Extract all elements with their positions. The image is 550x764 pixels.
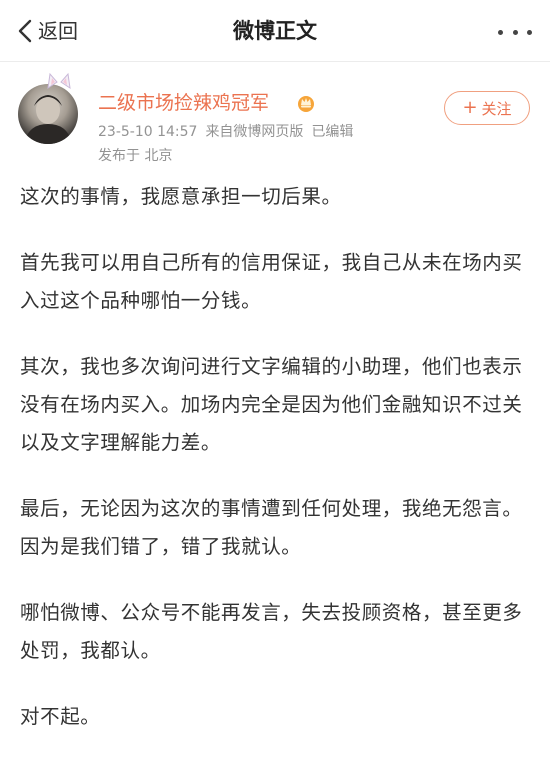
post-location: 发布于 北京 (98, 148, 173, 164)
more-horizontal-icon (498, 29, 503, 35)
post-source: 来自微博网页版 (205, 124, 304, 140)
crown-badge-icon (298, 96, 314, 112)
post-timestamp: 23-5-10 14:57 (98, 124, 198, 140)
follow-label: 关注 (481, 99, 512, 118)
navigation-bar: 返回 微博正文 (0, 0, 550, 62)
author-header: 二级市场捡辣鸡冠军 23-5-10 14:57 来自微博网页版 已编辑 发布于 北京… (0, 62, 550, 174)
post-paragraph: 最后，无论因为这次的事情遭到任何处理，我绝无怨言。因为是我们错了，错了我就认。 (20, 497, 523, 558)
post-paragraph: 首先我可以用自己所有的信用保证，我自己从未在场内买入过这个品种哪怕一分钱。 (20, 251, 523, 312)
post-paragraph: 其次，我也多次询问进行文字编辑的小助理，他们也表示没有在场内买入。加场内完全是因… (20, 355, 523, 454)
avatar[interactable] (18, 84, 78, 144)
more-horizontal-icon (512, 29, 518, 35)
page-title: 微博正文 (233, 19, 317, 43)
post-paragraph: 对不起。 (20, 705, 101, 728)
more-horizontal-icon (527, 29, 532, 35)
more-menu-button[interactable] (498, 28, 532, 36)
animal-ears-badge-icon (47, 72, 71, 90)
post-paragraph: 这次的事情，我愿意承担一切后果。 (20, 185, 342, 208)
edited-label[interactable]: 已编辑 (311, 124, 353, 140)
post-content: 这次的事情，我愿意承担一切后果。 首先我可以用自己所有的信用保证，我自己从未在场… (20, 178, 535, 764)
post-paragraph: 哪怕微博、公众号不能再发言，失去投顾资格，甚至更多处罚，我都认。 (20, 601, 523, 662)
avatar-image (24, 95, 72, 144)
plus-icon: + (462, 97, 478, 118)
follow-button[interactable]: + 关注 (444, 91, 530, 125)
post-meta: 23-5-10 14:57 来自微博网页版 已编辑 (98, 122, 361, 142)
author-name-link[interactable]: 二级市场捡辣鸡冠军 (98, 90, 269, 116)
